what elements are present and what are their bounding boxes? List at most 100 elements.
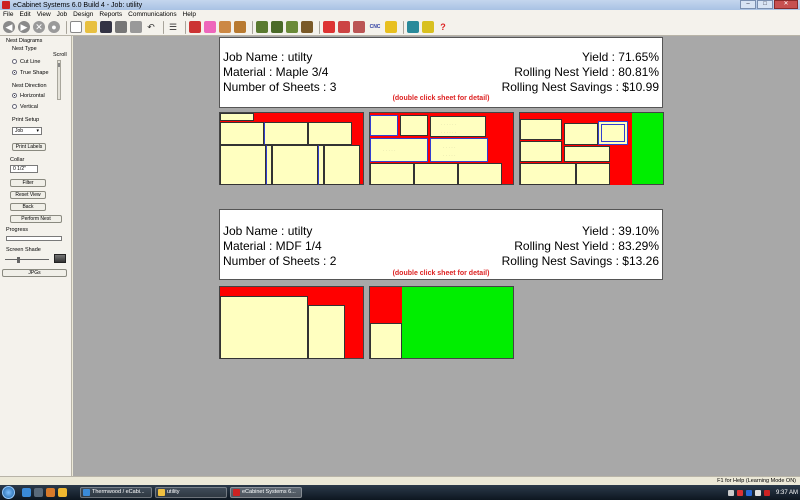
menu-file[interactable]: File [0, 11, 16, 18]
cabinet-icon[interactable] [234, 21, 246, 33]
filter-button[interactable]: Filter [10, 179, 46, 187]
toolbar: ◀ ▶ ✕ ● ↶ ☰ CNC ? [0, 19, 800, 36]
sheet-mdf-1[interactable] [219, 286, 364, 359]
stop-icon[interactable]: ✕ [33, 21, 45, 33]
reset-view-button[interactable]: Reset View [10, 191, 46, 199]
nested-part [324, 145, 360, 185]
minimize-button[interactable]: – [740, 0, 756, 9]
scroll-thumb[interactable] [58, 63, 60, 67]
horizontal-radio[interactable] [12, 93, 17, 98]
screen-shade-slider[interactable] [5, 257, 49, 263]
paint-bucket-icon[interactable] [189, 21, 201, 33]
vertical-radio[interactable] [12, 104, 17, 109]
print-preview-icon[interactable] [130, 21, 142, 33]
report-icon[interactable] [323, 21, 335, 33]
print-labels-button[interactable]: Print Labels [12, 143, 46, 151]
machine-icon[interactable] [385, 21, 397, 33]
tray-arrow-icon[interactable] [727, 489, 734, 496]
close-button[interactable]: ✕ [774, 0, 798, 9]
flag-icon[interactable] [422, 21, 434, 33]
tray-volume-icon[interactable] [754, 489, 761, 496]
waste-area [370, 287, 402, 323]
inner-part-outline [601, 124, 625, 142]
nest-direction-label: Nest Direction [12, 83, 47, 89]
media-icon[interactable] [46, 488, 55, 497]
monitor-icon[interactable] [407, 21, 419, 33]
undo-icon[interactable]: ↶ [145, 21, 157, 33]
draw-icon[interactable] [219, 21, 231, 33]
screen-shade-label: Screen Shade [6, 247, 41, 253]
menu-job[interactable]: Job [54, 11, 70, 18]
tray-app-icon[interactable] [763, 489, 770, 496]
scroll-label: Scroll [53, 52, 67, 58]
nested-part [576, 163, 610, 185]
align-icon[interactable]: ☰ [167, 21, 179, 33]
toolbar-separator [66, 20, 67, 34]
menu-design[interactable]: Design [70, 11, 96, 18]
yield-text: Yield : 71.65% [582, 50, 659, 64]
nested-part [520, 163, 576, 185]
sheet-mdf-2[interactable] [369, 286, 514, 359]
ie-icon[interactable] [22, 488, 31, 497]
task-utility[interactable]: utility [155, 487, 227, 498]
edit-icon[interactable] [204, 21, 216, 33]
chevron-down-icon: ▾ [36, 128, 39, 134]
task-ecabinet[interactable]: eCabinet Systems 6... [230, 487, 302, 498]
taskbar: Thermwood / eCabi... utility eCabinet Sy… [0, 485, 800, 500]
title-bar: eCabinet Systems 6.0 Build 4 - Job: util… [0, 0, 800, 10]
cut-line-radio[interactable] [12, 59, 17, 64]
print-icon[interactable] [115, 21, 127, 33]
slider-track [5, 259, 49, 260]
menu-reports[interactable]: Reports [96, 11, 125, 18]
cutlist-icon[interactable] [338, 21, 350, 33]
help-icon[interactable]: ? [437, 21, 449, 33]
clock[interactable]: 9:37 AM [776, 490, 798, 496]
task-thermwood[interactable]: Thermwood / eCabi... [80, 487, 152, 498]
back-button[interactable]: Back [10, 203, 46, 211]
menu-view[interactable]: View [34, 11, 54, 18]
collar-input[interactable]: 0 1/2" [10, 165, 38, 173]
folder-icon[interactable] [58, 488, 67, 497]
toolbar-separator [163, 20, 164, 34]
tray-network-icon[interactable] [745, 489, 752, 496]
nested-part [220, 296, 308, 359]
cabinet-library-icon[interactable] [256, 21, 268, 33]
print-setup-select[interactable]: Job ▾ [12, 127, 42, 135]
refresh-icon[interactable]: ● [48, 21, 60, 33]
open-folder-icon[interactable] [85, 21, 97, 33]
cabinet-edit-icon[interactable] [301, 21, 313, 33]
sheets-text: Number of Sheets : 3 [223, 80, 337, 94]
window-controls: – □ ✕ [739, 0, 798, 10]
sheet-maple-3[interactable] [519, 112, 664, 185]
nested-part [272, 145, 318, 185]
new-file-icon[interactable] [70, 21, 82, 33]
nest-report-icon[interactable] [353, 21, 365, 33]
nested-part [370, 115, 398, 136]
menu-help[interactable]: Help [180, 11, 199, 18]
menu-edit[interactable]: Edit [16, 11, 33, 18]
scroll-slider[interactable] [57, 60, 61, 100]
menu-communications[interactable]: Communications [125, 11, 179, 18]
cabinet-box-icon[interactable] [286, 21, 298, 33]
desktop-icon[interactable] [34, 488, 43, 497]
cnc-icon[interactable]: CNC [368, 21, 382, 33]
forward-arrow-icon[interactable]: ▶ [18, 21, 30, 33]
maximize-button[interactable]: □ [757, 0, 773, 9]
perform-nest-button[interactable]: Perform Nest [10, 215, 62, 223]
jpgs-button[interactable]: JPGs [2, 269, 67, 277]
save-icon[interactable] [100, 21, 112, 33]
nested-part [370, 323, 402, 359]
menu-bar: File Edit View Job Design Reports Commun… [0, 10, 800, 19]
slider-knob[interactable] [17, 257, 20, 263]
app-icon [2, 1, 10, 9]
cut-line-label: Cut Line [20, 59, 41, 65]
cabinet-group-icon[interactable] [271, 21, 283, 33]
true-shape-radio[interactable] [12, 70, 17, 75]
sheet-maple-2[interactable]: · · · · · · · · · · · · · · · · · · · · ·… [369, 112, 514, 185]
start-button-icon[interactable] [2, 486, 15, 499]
tray-antivirus-icon[interactable] [736, 489, 743, 496]
sheet-maple-1[interactable] [219, 112, 364, 185]
true-shape-label: True Shape [20, 70, 49, 76]
back-arrow-icon[interactable]: ◀ [3, 21, 15, 33]
nested-part: · · · · · [370, 138, 428, 162]
